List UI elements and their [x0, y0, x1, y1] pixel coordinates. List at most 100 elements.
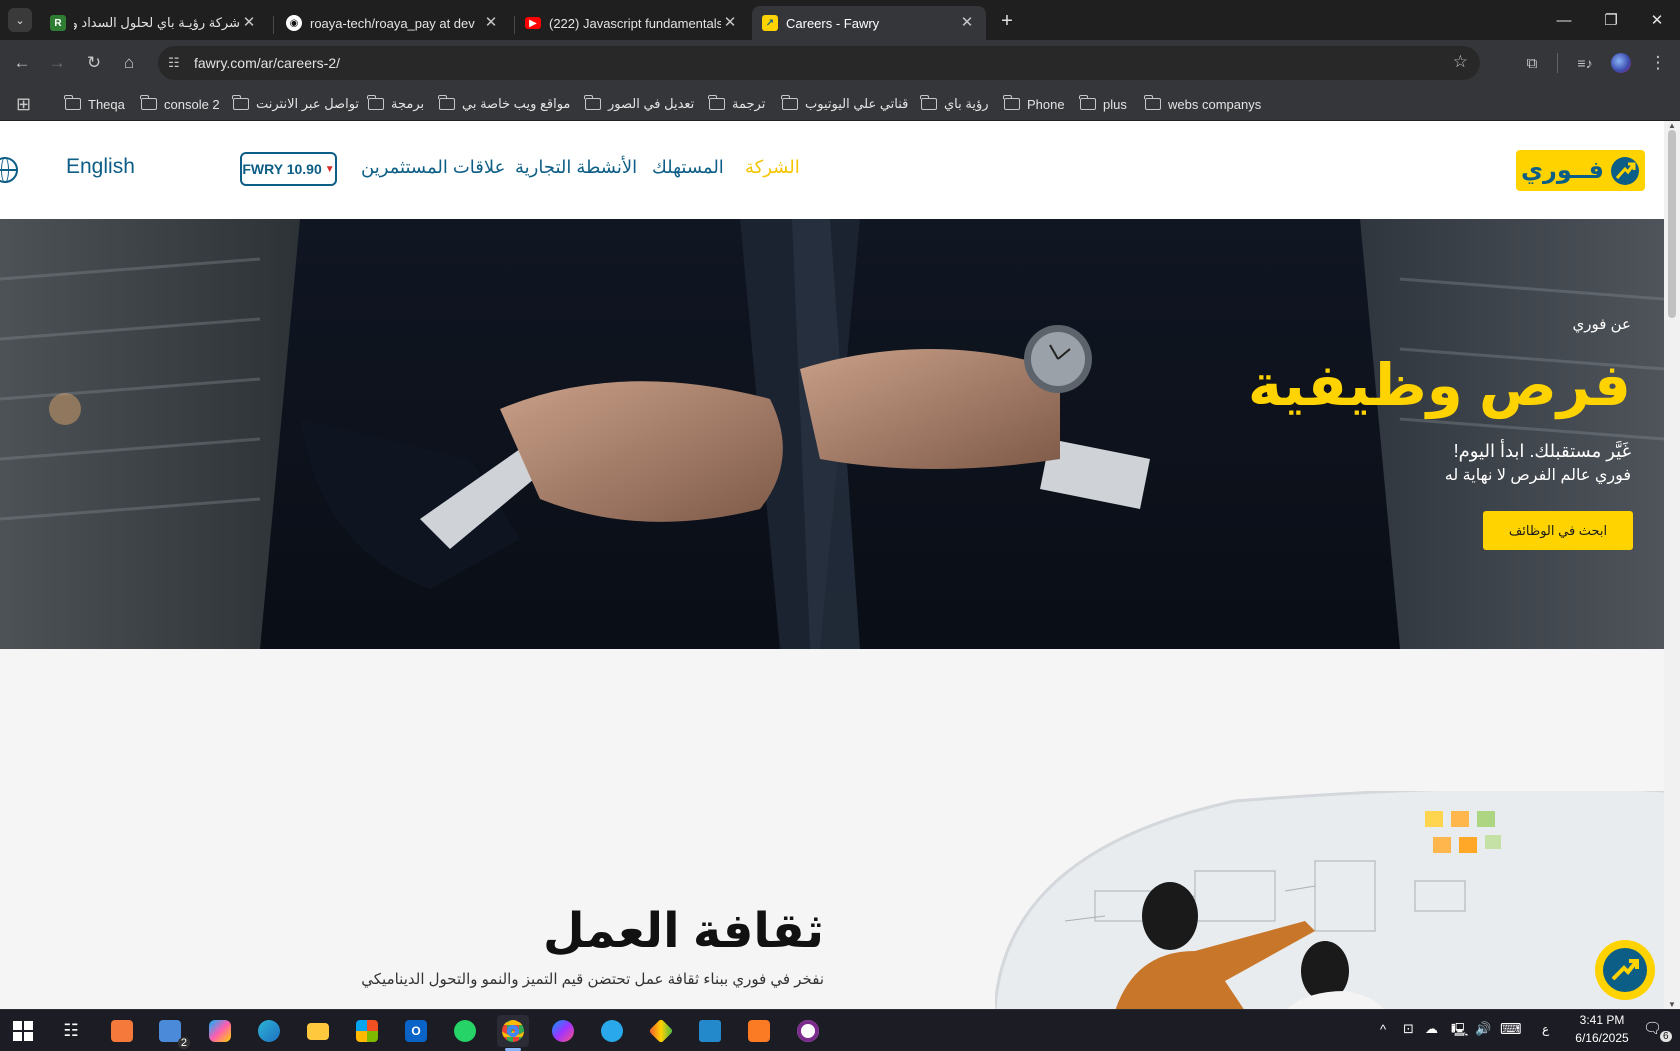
- globe-icon[interactable]: [0, 157, 18, 183]
- clock-date[interactable]: 6/16/2025: [1566, 1031, 1638, 1045]
- bookmark-folder[interactable]: ترجمة: [708, 92, 765, 116]
- folder-icon: [584, 95, 601, 110]
- bookmark-folder[interactable]: webs companys: [1144, 92, 1261, 116]
- profile-avatar[interactable]: [1606, 48, 1636, 78]
- clock-time[interactable]: 3:41 PM: [1572, 1013, 1632, 1027]
- file-explorer-icon[interactable]: [302, 1015, 334, 1047]
- stock-ticker[interactable]: FWRY 10.90 ▼: [240, 152, 337, 186]
- fawry-logo[interactable]: فــوري: [1516, 150, 1645, 191]
- chrome-icon[interactable]: [497, 1015, 529, 1047]
- bookmark-star-icon[interactable]: ☆: [1453, 52, 1468, 72]
- scroll-down-icon[interactable]: ▼: [1668, 1000, 1676, 1009]
- xampp-icon[interactable]: [743, 1015, 775, 1047]
- folder-icon: [781, 95, 798, 110]
- close-window-button[interactable]: ✕: [1634, 0, 1680, 40]
- back-button[interactable]: ←: [7, 48, 37, 78]
- site-info-icon[interactable]: ☷: [168, 55, 180, 71]
- nav-business[interactable]: الأنشطة التجارية: [515, 157, 637, 178]
- fawry-arrow-icon: [1603, 948, 1647, 992]
- url-text[interactable]: fawry.com/ar/careers-2/: [194, 55, 340, 71]
- tab-youtube[interactable]: ▶ (222) Javascript fundamentals c ✕: [515, 6, 749, 40]
- youtube-icon: ▶: [525, 17, 541, 29]
- tab-search-button[interactable]: ⌄: [8, 8, 32, 32]
- language-switch[interactable]: English: [66, 155, 135, 179]
- network-icon[interactable]: 🖳: [1451, 1021, 1468, 1043]
- bookmark-folder[interactable]: plus: [1079, 92, 1127, 116]
- close-icon[interactable]: ✕: [721, 14, 739, 32]
- messenger-icon[interactable]: [547, 1015, 579, 1047]
- git-app-icon[interactable]: [645, 1015, 677, 1047]
- minimize-button[interactable]: —: [1541, 0, 1587, 40]
- chrome-menu-icon[interactable]: ⋮: [1643, 48, 1673, 78]
- bookmarks-bar: ⊞ Theqa console 2 تواصل عبر الانترنت برم…: [0, 86, 1680, 121]
- vscode-icon[interactable]: [694, 1015, 726, 1047]
- culture-subtitle: نفخر في فوري ببناء ثقافة عمل تحتضن قيم ا…: [361, 971, 824, 988]
- keyboard-icon[interactable]: ⌨: [1500, 1020, 1522, 1038]
- tab-strip: ⌄ R شركة رؤيـة باي لحلول السداد و ال ✕ ◉…: [0, 0, 1680, 40]
- culture-title: ثقافة العمل: [542, 905, 824, 958]
- bookmark-folder[interactable]: Phone: [1003, 92, 1065, 116]
- input-language[interactable]: ع: [1542, 1022, 1549, 1036]
- scrollbar-thumb[interactable]: [1668, 130, 1676, 318]
- whatsapp-icon[interactable]: [449, 1015, 481, 1047]
- chat-widget-button[interactable]: [1595, 940, 1655, 1000]
- culture-photo: [995, 791, 1664, 1009]
- tab-roaya[interactable]: R شركة رؤيـة باي لحلول السداد و ال ✕: [40, 6, 268, 40]
- bookmark-folder[interactable]: رؤية باي: [920, 92, 989, 116]
- hero-banner: عن فوري فرص وظيفية غَيَّر مستقبلك. ابدأ …: [0, 219, 1664, 649]
- forward-button[interactable]: →: [42, 48, 72, 78]
- address-bar[interactable]: ☷ fawry.com/ar/careers-2/ ☆: [158, 46, 1480, 80]
- bookmark-folder[interactable]: برمجة: [367, 92, 424, 116]
- ms-store-icon[interactable]: [351, 1015, 383, 1047]
- close-icon[interactable]: ✕: [958, 14, 976, 32]
- github-icon: ◉: [286, 15, 302, 31]
- folder-icon: [438, 95, 455, 110]
- media-player-icon[interactable]: [792, 1015, 824, 1047]
- copilot-icon[interactable]: [204, 1015, 236, 1047]
- scroll-up-icon[interactable]: ▲: [1668, 121, 1676, 130]
- bookmark-folder[interactable]: console 2: [140, 92, 220, 116]
- reload-button[interactable]: ↻: [79, 48, 109, 78]
- folder-icon: [140, 95, 157, 110]
- hero-title: فرص وظيفية: [1247, 353, 1631, 418]
- show-hidden-icons[interactable]: ^: [1380, 1022, 1386, 1037]
- telegram-icon[interactable]: [596, 1015, 628, 1047]
- windows-logo-icon: [13, 1021, 33, 1041]
- nav-consumer[interactable]: المستهلك: [652, 157, 724, 178]
- paint-app-icon[interactable]: [106, 1015, 138, 1047]
- caret-down-icon: ▼: [324, 163, 335, 175]
- task-view-icon[interactable]: ☷: [55, 1015, 87, 1047]
- hero-tagline-1: غَيَّر مستقبلك. ابدأ اليوم!: [1453, 441, 1631, 461]
- extensions-icon[interactable]: ⧉: [1517, 48, 1547, 78]
- tab-github[interactable]: ◉ roaya-tech/roaya_pay at dev ✕: [276, 6, 510, 40]
- folder-icon: [1079, 95, 1096, 110]
- bookmark-folder[interactable]: تعديل في الصور: [584, 92, 694, 116]
- bookmark-folder[interactable]: تواصل عبر الانترنت: [232, 92, 359, 116]
- close-icon[interactable]: ✕: [482, 14, 500, 32]
- tab-fawry-careers[interactable]: ↗ Careers - Fawry ✕: [752, 6, 986, 40]
- meet-icon[interactable]: ⊡: [1403, 1021, 1414, 1037]
- edge-icon[interactable]: [253, 1015, 285, 1047]
- close-icon[interactable]: ✕: [240, 14, 258, 32]
- onedrive-icon[interactable]: ☁: [1425, 1021, 1438, 1037]
- web-page: English FWRY 10.90 ▼ علاقات المستثمرين ا…: [0, 121, 1664, 1009]
- apps-grid-icon[interactable]: ⊞: [16, 92, 31, 116]
- new-tab-button[interactable]: +: [994, 8, 1020, 34]
- bookmark-folder[interactable]: مواقع ويب خاصة بي: [438, 92, 570, 116]
- task-manager-icon[interactable]: 2: [154, 1015, 190, 1049]
- media-control-icon[interactable]: ≡♪: [1570, 48, 1600, 78]
- nav-investors[interactable]: علاقات المستثمرين: [361, 157, 505, 178]
- folder-icon: [920, 95, 937, 110]
- nav-company[interactable]: الشركة: [745, 157, 800, 178]
- search-jobs-button[interactable]: ابحث في الوظائف: [1483, 511, 1633, 550]
- home-button[interactable]: ⌂: [114, 48, 144, 78]
- roaya-favicon: R: [50, 15, 66, 31]
- bookmark-folder[interactable]: Theqa: [64, 92, 125, 116]
- windows-start-icon[interactable]: [7, 1015, 39, 1047]
- restore-button[interactable]: ❐: [1588, 0, 1634, 40]
- outlook-icon[interactable]: O: [400, 1015, 432, 1047]
- fawry-favicon: ↗: [762, 15, 778, 31]
- bookmark-folder[interactable]: قناتي علي اليوتيوب: [781, 92, 908, 116]
- stock-price: FWRY 10.90: [242, 161, 322, 177]
- volume-icon[interactable]: 🔊: [1475, 1021, 1491, 1037]
